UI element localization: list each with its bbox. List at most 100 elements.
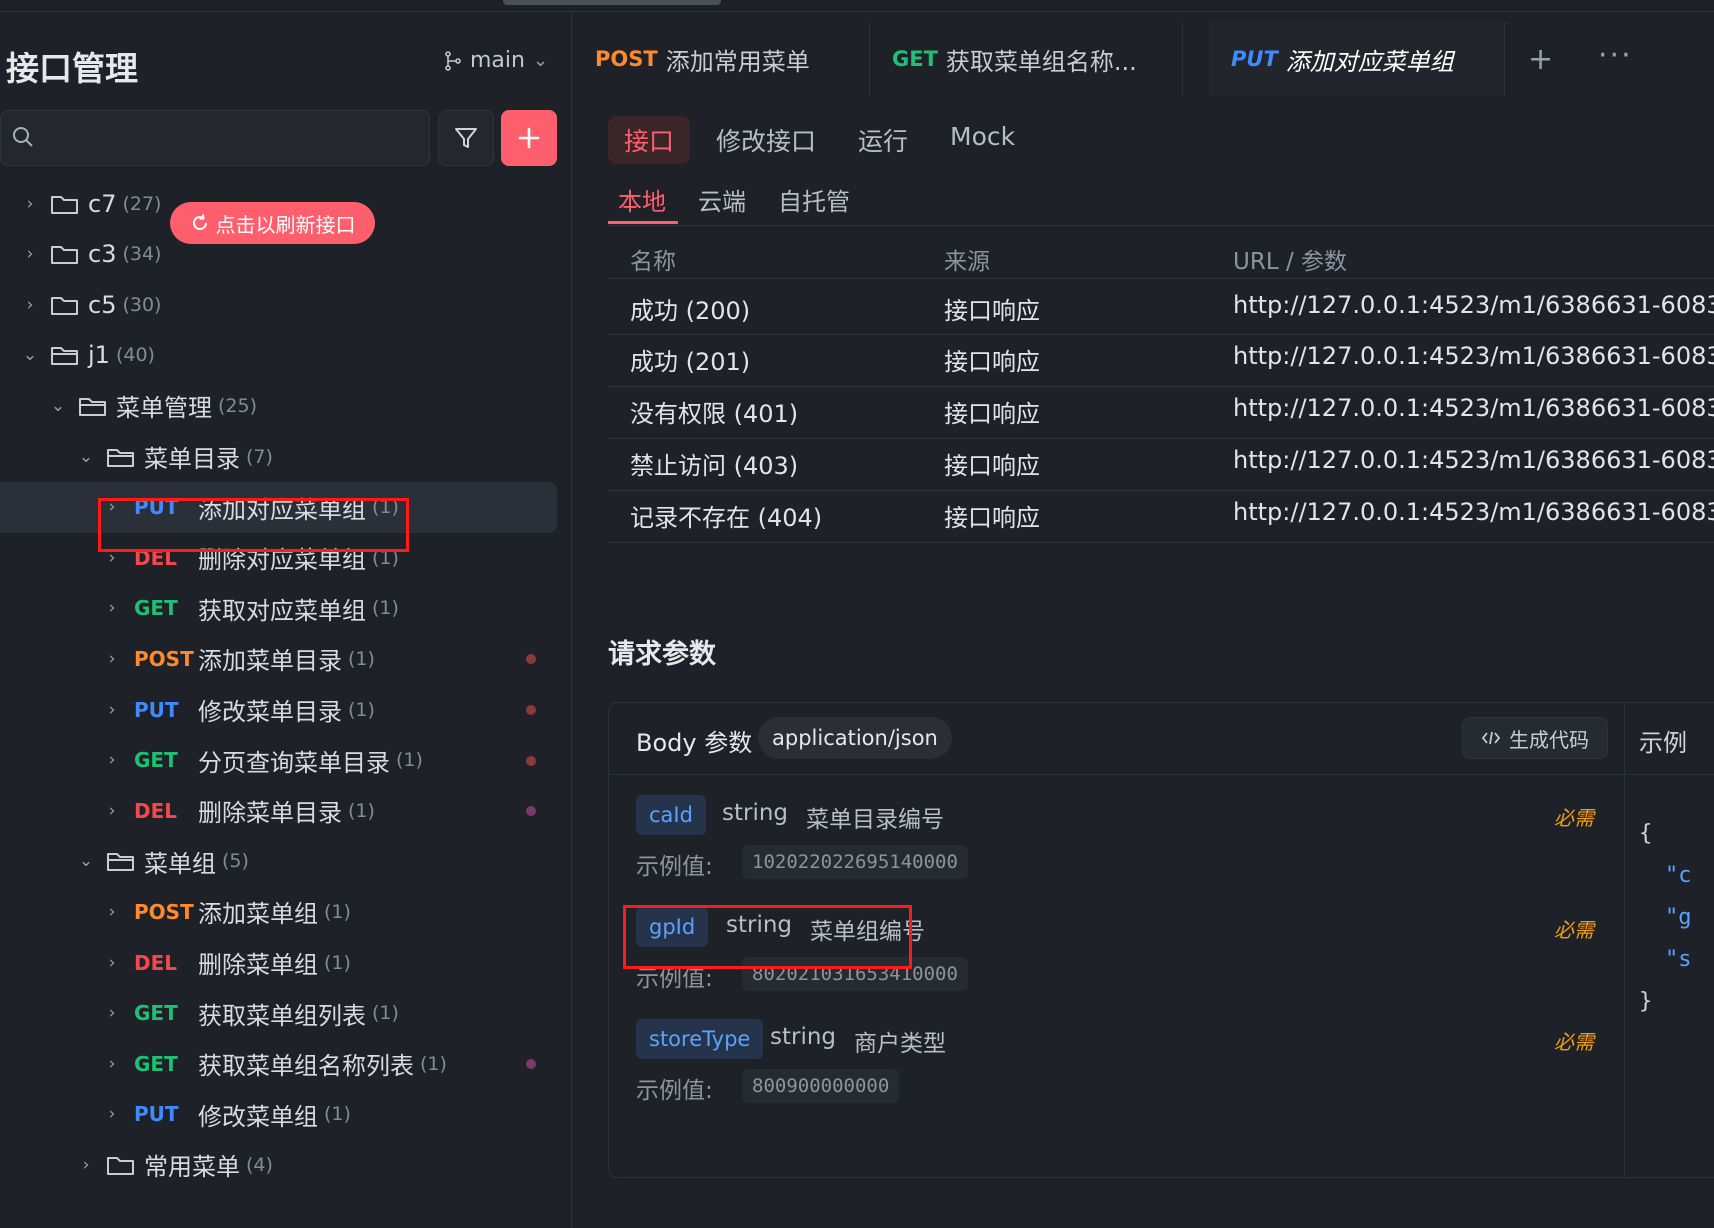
chevron-down-icon[interactable]: ⌄ bbox=[48, 396, 68, 416]
new-tab-plus-icon[interactable]: + bbox=[1528, 42, 1553, 77]
chevron-right-icon[interactable]: › bbox=[102, 700, 122, 720]
chevron-right-icon[interactable]: › bbox=[102, 1003, 122, 1023]
add-button[interactable] bbox=[501, 110, 557, 166]
tab-title: 添加对应菜单组 bbox=[1285, 47, 1454, 76]
refresh-apis-button[interactable]: 点击以刷新接口 bbox=[170, 202, 375, 244]
tree-api-item[interactable]: › POST 添加菜单组 (1) bbox=[0, 886, 571, 937]
body-params-card: Body 参数 application/json 生成代码 示例 caId str… bbox=[608, 702, 1714, 1179]
tree-item-count: (1) bbox=[396, 749, 423, 772]
chevron-right-icon[interactable]: › bbox=[76, 1155, 96, 1175]
chevron-down-icon[interactable]: ⌄ bbox=[76, 851, 96, 871]
tree-api-item[interactable]: › PUT 修改菜单组 (1) bbox=[0, 1089, 571, 1140]
chevron-right-icon[interactable]: › bbox=[102, 548, 122, 568]
tree-api-item[interactable]: › GET 获取菜单组列表 (1) bbox=[0, 988, 571, 1039]
envtab-self-hosted[interactable]: 自托管 bbox=[778, 182, 850, 217]
tree-folder[interactable]: ⌄ j1 (40) bbox=[0, 330, 571, 381]
chevron-right-icon[interactable]: › bbox=[102, 750, 122, 770]
envtab-local[interactable]: 本地 bbox=[618, 182, 666, 217]
chevron-right-icon[interactable]: › bbox=[102, 649, 122, 669]
chevron-right-icon[interactable]: › bbox=[102, 1104, 122, 1124]
mock-grid-row[interactable]: 成功 (200) 接口响应 http://127.0.0.1:4523/m1/638… bbox=[608, 278, 1714, 335]
tree-item-label: c7 bbox=[88, 189, 117, 218]
tree-api-item[interactable]: › POST 添加菜单目录 (1) bbox=[0, 633, 571, 684]
tree-folder[interactable]: ⌄ 菜单组 (5) bbox=[0, 836, 571, 887]
mock-url: http://127.0.0.1:4523/m1/6386631-6083 bbox=[1233, 446, 1714, 474]
branch-selector[interactable]: main ⌄ bbox=[444, 48, 548, 73]
param-name[interactable]: storeType bbox=[636, 1019, 764, 1059]
tree-item-count: (1) bbox=[372, 496, 399, 519]
tree-folder[interactable]: › 常用菜单 (4) bbox=[0, 1139, 571, 1190]
param-name[interactable]: caId bbox=[636, 795, 706, 835]
mock-grid-row[interactable]: 成功 (201) 接口响应 http://127.0.0.1:4523/m1/638… bbox=[608, 330, 1714, 387]
tree-api-item[interactable]: › GET 获取对应菜单组 (1) bbox=[0, 583, 571, 634]
tree-folder[interactable]: ⌄ 菜单管理 (25) bbox=[0, 380, 571, 431]
subtab-api[interactable]: 接口 bbox=[608, 116, 691, 164]
chevron-right-icon[interactable]: › bbox=[102, 1054, 122, 1074]
chevron-right-icon[interactable]: › bbox=[102, 497, 122, 517]
filter-button[interactable] bbox=[438, 110, 494, 166]
tab-post-add-common-menu[interactable]: POST 添加常用菜单 bbox=[573, 22, 870, 96]
json-example-preview: {"c "g "s} bbox=[1639, 813, 1692, 1023]
tab-get-menu-group-names[interactable]: GET 获取菜单组名称... bbox=[870, 22, 1183, 96]
subtab-edit[interactable]: 修改接口 bbox=[700, 116, 832, 164]
http-method-badge: DEL bbox=[134, 798, 178, 823]
tree-api-item[interactable]: › DEL 删除菜单目录 (1) bbox=[0, 785, 571, 836]
tree-api-item[interactable]: › PUT 修改菜单目录 (1) bbox=[0, 684, 571, 735]
mock-grid-row[interactable]: 禁止访问 (403) 接口响应 http://127.0.0.1:4523/m1/6… bbox=[608, 434, 1714, 491]
tree-api-item[interactable]: › PUT 添加对应菜单组 (1) bbox=[0, 481, 557, 533]
generate-code-button[interactable]: 生成代码 bbox=[1462, 717, 1608, 759]
chevron-right-icon[interactable]: › bbox=[102, 953, 122, 973]
tree-item-label: c5 bbox=[88, 290, 117, 319]
content-type-badge[interactable]: application/json bbox=[758, 717, 952, 759]
json-line: { bbox=[1639, 821, 1653, 846]
chevron-right-icon[interactable]: › bbox=[20, 244, 40, 264]
mock-grid-row[interactable]: 记录不存在 (404) 接口响应 http://127.0.0.1:4523/m1/… bbox=[608, 486, 1714, 543]
search-input[interactable] bbox=[47, 119, 417, 157]
mock-grid-row[interactable]: 没有权限 (401) 接口响应 http://127.0.0.1:4523/m1/6… bbox=[608, 382, 1714, 439]
tree-item-count: (25) bbox=[218, 394, 258, 417]
status-dot bbox=[526, 755, 536, 766]
chevron-right-icon[interactable]: › bbox=[102, 598, 122, 618]
chevron-right-icon[interactable]: › bbox=[102, 801, 122, 821]
tree-api-item[interactable]: › DEL 删除菜单组 (1) bbox=[0, 937, 571, 988]
generate-code-label: 生成代码 bbox=[1509, 727, 1589, 752]
param-example-value[interactable]: 800900000000 bbox=[742, 1069, 900, 1103]
mock-source: 接口响应 bbox=[944, 400, 1040, 428]
param-description: 菜单目录编号 bbox=[806, 807, 944, 833]
param-description: 菜单组编号 bbox=[810, 919, 925, 945]
status-dot bbox=[526, 654, 536, 665]
param-name[interactable]: gpId bbox=[636, 907, 709, 947]
http-method-badge: GET bbox=[134, 1001, 178, 1026]
chevron-right-icon[interactable]: › bbox=[20, 295, 40, 315]
chevron-down-icon[interactable]: ⌄ bbox=[20, 345, 40, 365]
param-example-value[interactable]: 102022022695140000 bbox=[742, 845, 968, 879]
tree-api-item[interactable]: › GET 分页查询菜单目录 (1) bbox=[0, 735, 571, 786]
tree-item-label: 获取菜单组名称列表 bbox=[198, 1052, 414, 1081]
chevron-right-icon[interactable]: › bbox=[102, 902, 122, 922]
subtab-run[interactable]: 运行 bbox=[842, 116, 924, 164]
param-example-value[interactable]: 802021031653410000 bbox=[742, 957, 968, 991]
param-required-badge: 必需 bbox=[1554, 918, 1594, 942]
tree-item-count: (1) bbox=[372, 597, 399, 620]
tree-item-count: (1) bbox=[372, 546, 399, 569]
body-params-label: Body 参数 bbox=[636, 729, 753, 757]
envtab-cloud[interactable]: 云端 bbox=[698, 182, 746, 217]
http-method-badge: POST bbox=[134, 646, 194, 671]
tab-put-add-menu-group[interactable]: PUT 添加对应菜单组 bbox=[1209, 22, 1505, 96]
tab-method: PUT bbox=[1231, 47, 1278, 71]
drag-handle[interactable] bbox=[503, 0, 721, 5]
chevron-down-icon[interactable]: ⌄ bbox=[76, 447, 96, 467]
mock-source: 接口响应 bbox=[944, 297, 1040, 325]
mock-source: 接口响应 bbox=[944, 504, 1040, 532]
body-params-header: Body 参数 application/json 生成代码 bbox=[609, 703, 1714, 775]
tree-folder[interactable]: ⌄ 菜单目录 (7) bbox=[0, 431, 571, 482]
tree-api-item[interactable]: › DEL 删除对应菜单组 (1) bbox=[0, 532, 571, 583]
tree-folder[interactable]: › c5 (30) bbox=[0, 279, 571, 330]
subtab-mock[interactable]: Mock bbox=[934, 116, 1031, 164]
mock-name: 没有权限 (401) bbox=[630, 400, 799, 428]
more-icon[interactable]: ··· bbox=[1598, 38, 1633, 73]
body-param: storeType string 商户类型 必需 示例值: 800900000000 bbox=[636, 1019, 1596, 1119]
json-line: "g bbox=[1665, 905, 1692, 930]
tree-api-item[interactable]: › GET 获取菜单组名称列表 (1) bbox=[0, 1038, 571, 1089]
chevron-right-icon[interactable]: › bbox=[20, 194, 40, 214]
